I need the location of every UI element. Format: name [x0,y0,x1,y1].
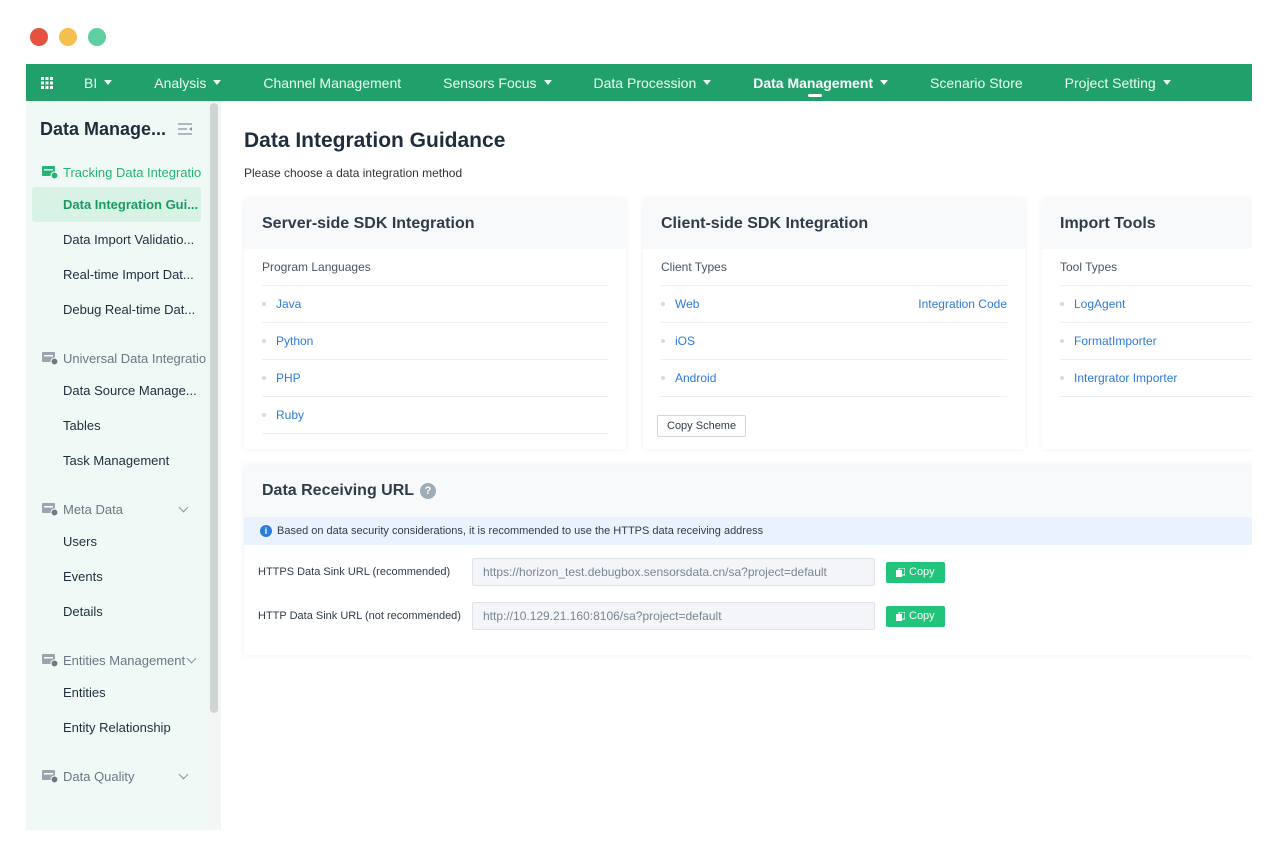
caret-down-icon [1162,80,1171,85]
info-icon: i [260,525,272,537]
sidebar-item-tables[interactable]: Tables [32,408,201,443]
caret-down-icon [543,80,552,85]
nav-bi[interactable]: BI [68,64,133,101]
nav-channel-management[interactable]: Channel Management [242,64,422,101]
help-icon[interactable]: ? [420,483,437,499]
sidebar-item-data-source-management[interactable]: Data Source Manage... [32,373,201,408]
http-url-label: HTTP Data Sink URL (not recommended) [258,610,461,622]
python-link[interactable]: Python [276,334,313,348]
import-tools-card: Import Tools Tool Types LogAgent FormatI… [1042,199,1252,449]
nav-sensors-focus[interactable]: Sensors Focus [422,64,572,101]
page-title: Data Integration Guidance [244,129,506,152]
card-label: Program Languages [262,260,371,274]
nav-data-procession[interactable]: Data Procession [573,64,733,101]
server-sdk-card: Server-side SDK Integration Program Lang… [244,199,626,449]
ruby-link[interactable]: Ruby [276,408,304,422]
java-link[interactable]: Java [276,297,301,311]
security-notice: i Based on data security considerations,… [244,517,1252,545]
sidebar-item-entity-relationship[interactable]: Entity Relationship [32,710,201,745]
client-sdk-card: Client-side SDK Integration Client Types… [643,199,1025,449]
collapse-sidebar-icon[interactable] [177,122,193,136]
chevron-down-icon [178,502,189,513]
logagent-link[interactable]: LogAgent [1074,297,1125,311]
meta-data-icon [42,502,58,516]
formatimporter-link[interactable]: FormatImporter [1074,334,1157,348]
main-content: Data Integration Guidance Please choose … [221,101,1252,830]
sidebar-item-events[interactable]: Events [32,559,201,594]
list-item: Java [262,286,608,323]
card-title: Client-side SDK Integration [643,199,1025,249]
sidebar-item-data-import-validation[interactable]: Data Import Validatio... [32,222,201,257]
page-subtitle: Please choose a data integration method [244,166,463,180]
minimize-window-button[interactable] [59,28,77,46]
card-label: Tool Types [1060,260,1118,274]
sidebar-group-tracking[interactable]: Tracking Data Integratio [26,157,207,187]
intergrator-importer-link[interactable]: Intergrator Importer [1074,371,1177,385]
apps-grid-icon[interactable] [26,64,68,101]
nav-project-setting[interactable]: Project Setting [1044,64,1192,101]
list-item: LogAgent [1060,286,1252,323]
copy-icon [896,567,905,577]
nav-analysis[interactable]: Analysis [133,64,242,101]
sidebar-scrollbar[interactable] [210,103,218,713]
sidebar-group-entities-management[interactable]: Entities Management [26,645,207,675]
list-item: PHP [262,360,608,397]
android-link[interactable]: Android [675,371,716,385]
sidebar-group-universal[interactable]: Universal Data Integratio [26,343,207,373]
window-controls [30,28,106,46]
close-window-button[interactable] [30,28,48,46]
list-item: Python [262,323,608,360]
nav-data-management[interactable]: Data Management [732,64,909,101]
chevron-down-icon [178,769,189,780]
sidebar-group-data-quality[interactable]: Data Quality [26,761,207,791]
sidebar-item-realtime-import[interactable]: Real-time Import Dat... [32,257,201,292]
sidebar-item-details[interactable]: Details [32,594,201,629]
php-link[interactable]: PHP [276,371,301,385]
sidebar-title: Data Manage... [40,118,167,139]
card-title: Server-side SDK Integration [244,199,626,249]
caret-down-icon [880,80,889,85]
web-link[interactable]: Web [675,297,699,311]
https-url-row: HTTPS Data Sink URL (recommended) https:… [258,558,945,586]
list-item: Ruby [262,397,608,434]
card-title: Import Tools [1042,199,1252,249]
data-quality-icon [42,769,58,783]
https-url-label: HTTPS Data Sink URL (recommended) [258,566,451,578]
sidebar-item-task-management[interactable]: Task Management [32,443,201,478]
copy-http-url-button[interactable]: Copy [886,605,945,627]
caret-down-icon [213,80,222,85]
copy-scheme-button[interactable]: Copy Scheme [657,415,747,437]
list-item: iOS [661,323,1007,360]
list-item: FormatImporter [1060,323,1252,360]
caret-down-icon [104,80,113,85]
http-url-field[interactable]: http://10.129.21.160:8106/sa?project=def… [472,602,875,630]
https-url-field[interactable]: https://horizon_test.debugbox.sensorsdat… [472,558,875,586]
card-label: Client Types [661,260,727,274]
app-window: BI Analysis Channel Management Sensors F… [26,64,1252,830]
data-integration-icon [42,165,58,179]
list-item: Android [661,360,1007,397]
entities-icon [42,653,58,667]
chevron-down-icon [186,653,197,664]
card-title: Data Receiving URL [262,482,415,499]
integration-code-link[interactable]: Integration Code [918,297,1007,311]
universal-data-icon [42,351,58,365]
list-item: Web Integration Code [661,286,1007,323]
zoom-window-button[interactable] [88,28,106,46]
nav-scenario-store[interactable]: Scenario Store [909,64,1044,101]
caret-down-icon [703,80,712,85]
sidebar-item-debug-realtime[interactable]: Debug Real-time Dat... [32,292,201,327]
copy-https-url-button[interactable]: Copy [886,561,945,583]
top-navigation: BI Analysis Channel Management Sensors F… [26,64,1252,101]
ios-link[interactable]: iOS [675,334,695,348]
sidebar-item-entities[interactable]: Entities [32,675,201,710]
sidebar-item-users[interactable]: Users [32,524,201,559]
sidebar: Data Manage... Tracking Data Integratio … [26,101,207,830]
list-item: Intergrator Importer [1060,360,1252,397]
http-url-row: HTTP Data Sink URL (not recommended) htt… [258,602,945,630]
sidebar-group-meta-data[interactable]: Meta Data [26,494,207,524]
sidebar-item-data-integration-guidance[interactable]: Data Integration Gui... [32,187,201,222]
data-receiving-url-card: Data Receiving URL ? i Based on data sec… [244,465,1252,655]
copy-icon [896,611,905,621]
